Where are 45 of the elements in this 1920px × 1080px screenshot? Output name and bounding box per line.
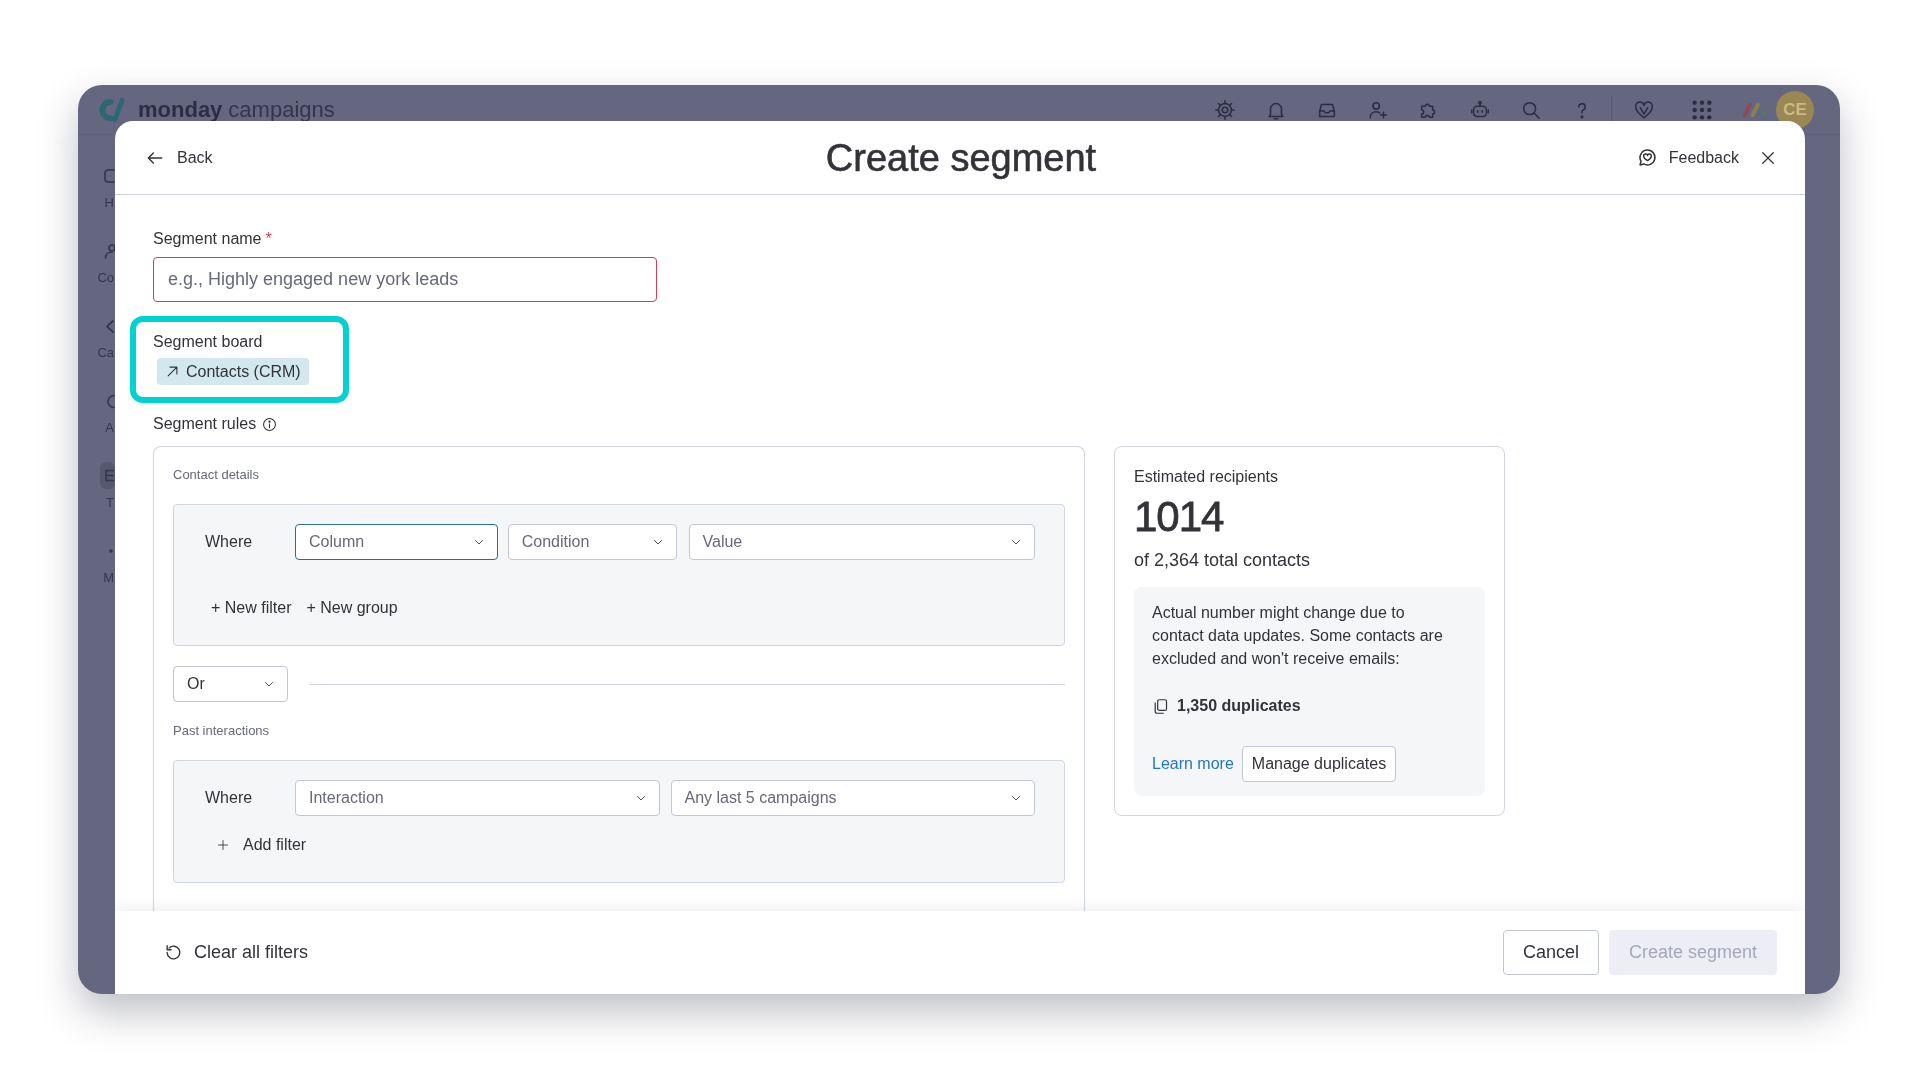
dropdown[interactable]: Condition [507,524,677,560]
dropdown[interactable]: Or [173,666,288,702]
secondary-button[interactable]: Cancel [1502,930,1599,975]
field-label: Segment name [153,229,262,249]
info-icon[interactable] [262,416,278,432]
card-title: Estimated recipients [1134,467,1280,487]
segment-name-field[interactable]: e.g., Highly engaged new york leads [153,257,657,302]
required-mark: * [265,229,272,249]
learn-more-link[interactable]: Learn more [1152,752,1234,776]
where-label: Where [205,532,254,552]
heart-icon[interactable] [1633,98,1655,121]
clear-filters-button[interactable]: Clear all filters [164,939,309,966]
dropdown[interactable]: Column [295,524,498,560]
manage-duplicates-button[interactable]: Manage duplicates [1241,746,1397,782]
total-contacts: of 2,364 total contacts [1134,549,1312,572]
settings-icon[interactable] [1214,98,1236,121]
board-tag[interactable]: Contacts (CRM) [157,358,309,385]
duplicates-count: 1,350 duplicates [1177,696,1301,716]
recipient-count: 1014 [1134,492,1225,542]
person-icon[interactable] [103,242,115,259]
where-label: Where [205,788,254,808]
angle-icon[interactable] [103,317,115,334]
dropdown[interactable]: Any last 5 campaigns [670,780,1035,816]
add-text-button[interactable]: + New group [306,596,398,620]
copy-icon [1152,697,1169,715]
dialog-title: Create segment [825,135,1097,181]
field-label: Segment board [153,332,264,352]
info-text: Actual number might change due to contact data updates. Some contacts are excluded and won't receive emails: [1152,603,1444,669]
bars-icon[interactable] [100,462,115,489]
dropdown[interactable]: Value [688,524,1035,560]
dropdown[interactable]: Interaction [295,780,660,816]
brand-name: monday [138,96,223,123]
chat-heart-icon [1636,147,1658,168]
add-text-button[interactable]: + New filter [211,596,292,620]
feedback-button[interactable]: Feedback [1636,145,1739,170]
add-button[interactable]: Add filter [217,833,307,857]
arrow-up-right-icon [165,364,180,379]
section-title: Contact details [173,467,260,483]
grid-icon[interactable] [1691,98,1713,121]
back-button[interactable]: Back [145,145,213,170]
circular-arrow-icon [164,943,183,962]
brand-logo-icon[interactable] [1741,101,1769,118]
field-label: Segment rules [153,414,257,434]
section-title: Past interactions [173,723,271,739]
plus-icon [217,839,229,851]
